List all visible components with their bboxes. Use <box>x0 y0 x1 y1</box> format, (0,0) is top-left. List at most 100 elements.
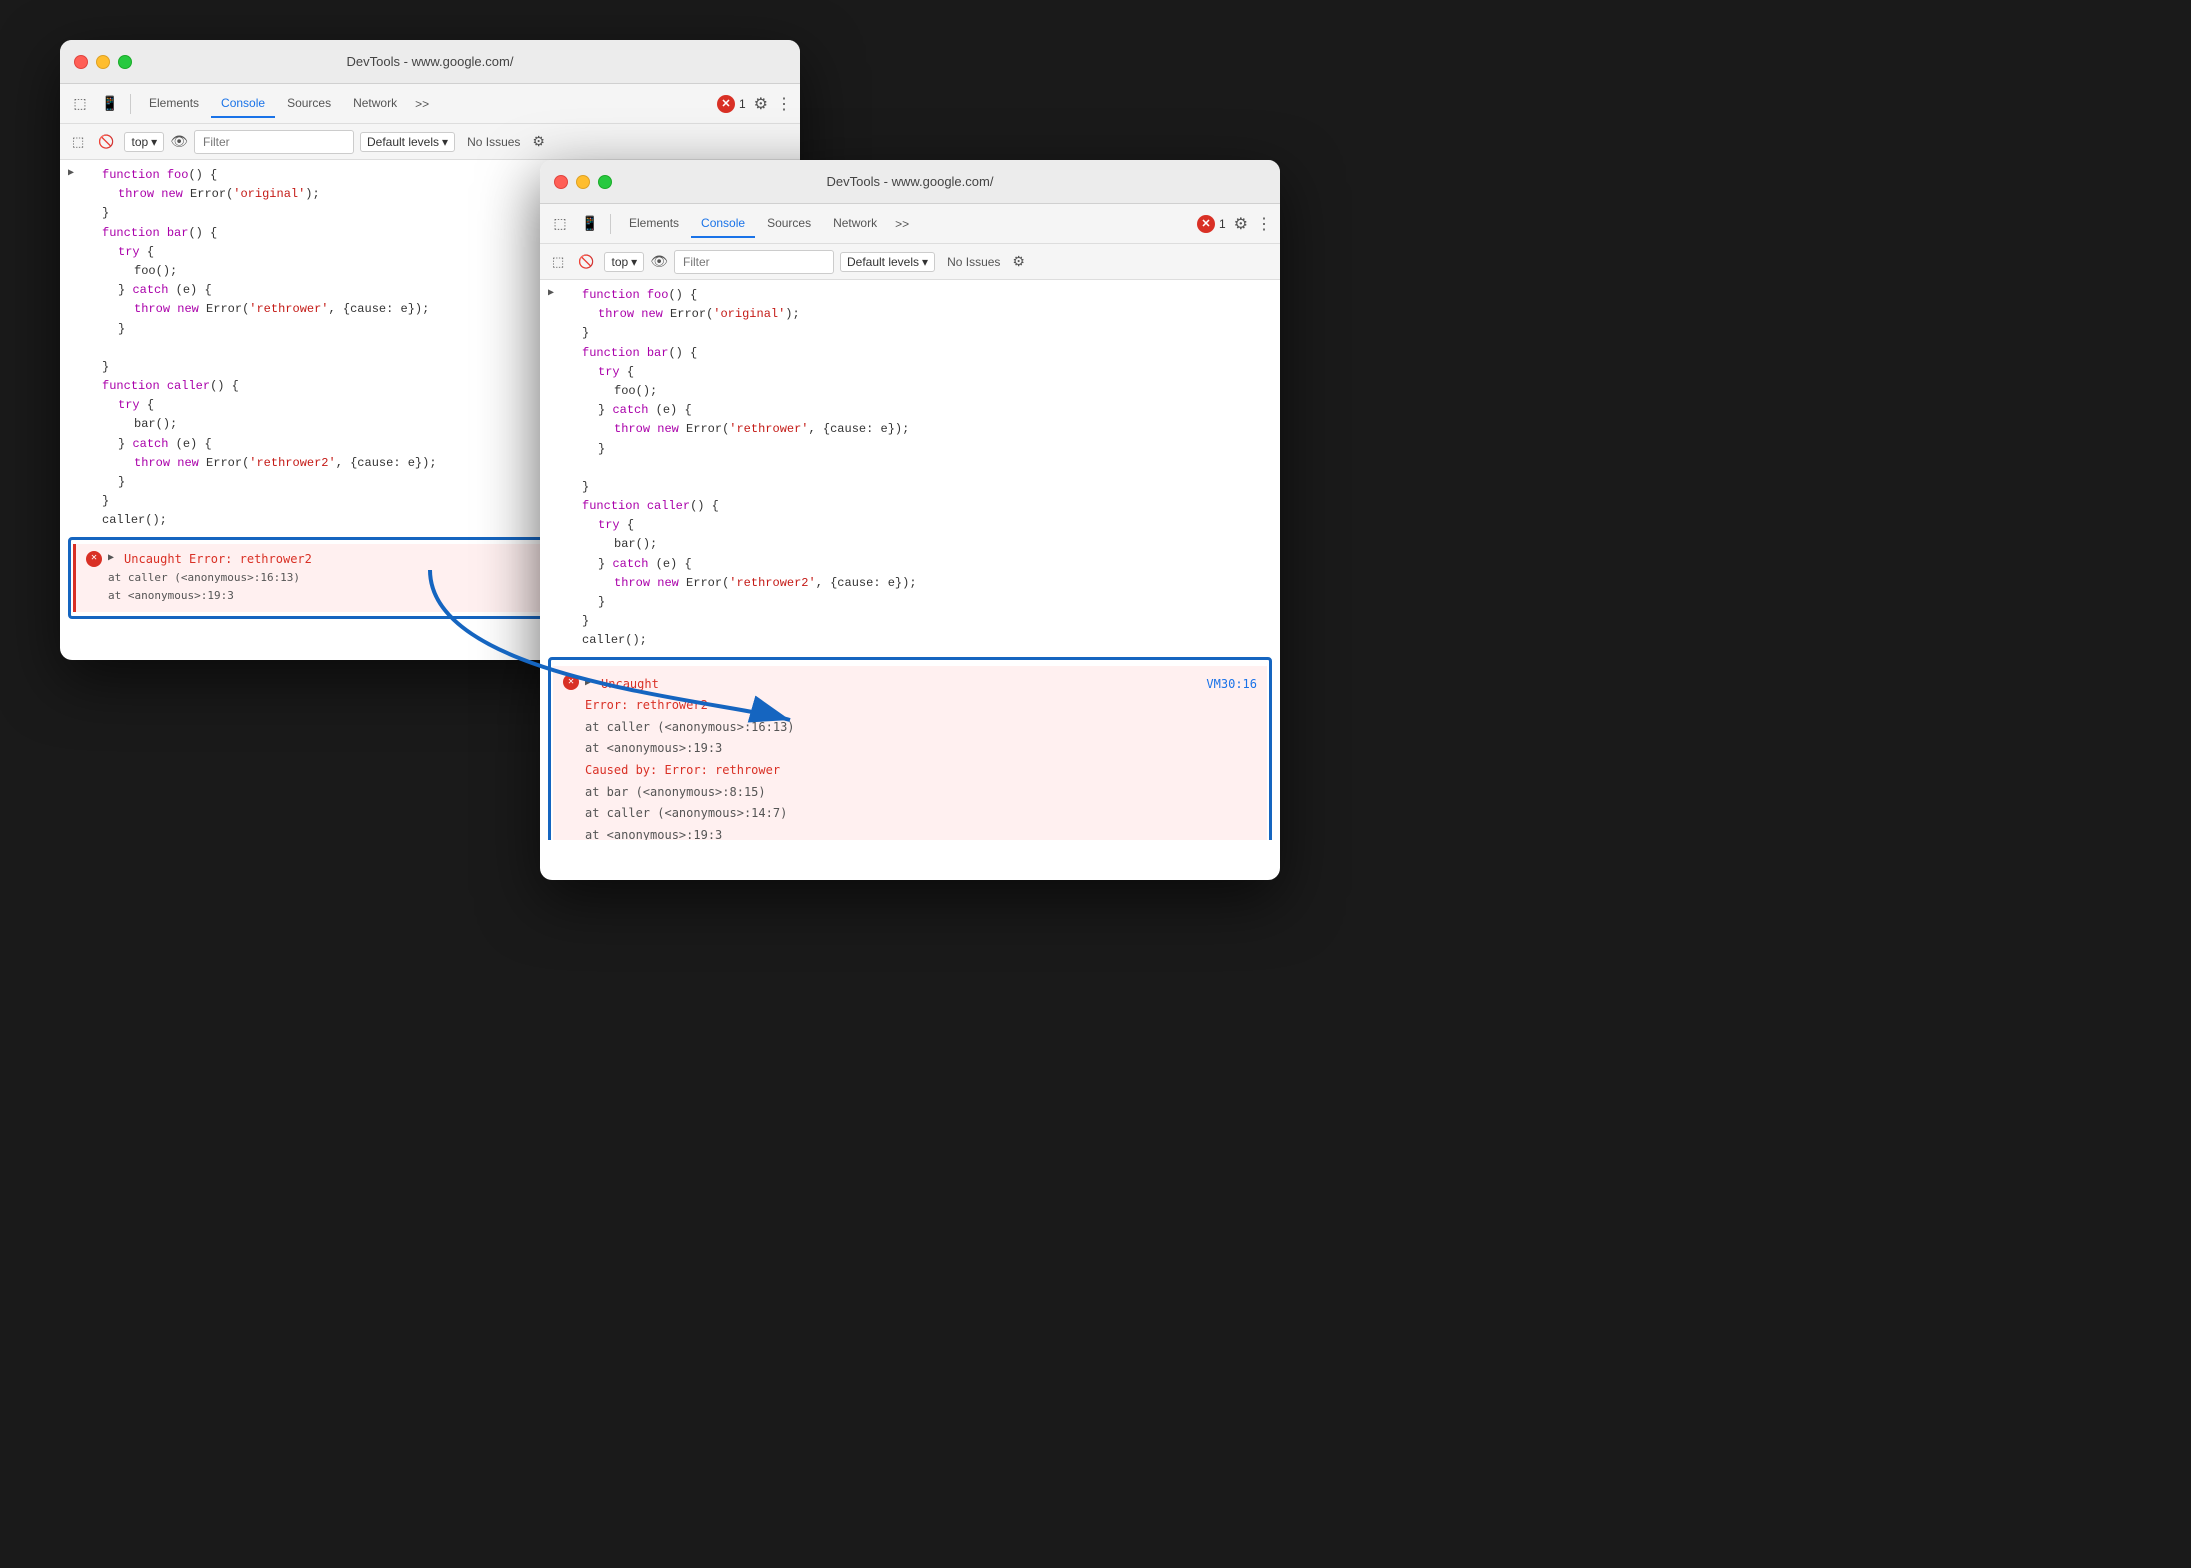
tab-overflow-1[interactable]: >> <box>409 93 435 115</box>
enhanced-error-block-2: ✕ ▶ Uncaught VM30:16 Error: rethrower2 a… <box>553 666 1267 840</box>
default-levels-1[interactable]: Default levels ▾ <box>360 132 455 152</box>
vm-link[interactable]: VM30:16 <box>1206 674 1257 696</box>
expand-arrow-2[interactable]: ▶ <box>548 286 554 302</box>
code-line-3: } <box>78 204 445 223</box>
tab-sources-1[interactable]: Sources <box>277 90 341 118</box>
chevron-down-icon-2: ▾ <box>442 135 448 149</box>
more-button-1[interactable]: ⋮ <box>776 94 792 114</box>
enhanced-error-header-2: ✕ ▶ Uncaught VM30:16 <box>563 674 1257 696</box>
close-button-2[interactable] <box>554 175 568 189</box>
code-line-2-6: foo(); <box>558 382 925 401</box>
error-badge-1: ✕ 1 <box>717 95 746 113</box>
more-button-2[interactable]: ⋮ <box>1256 214 1272 234</box>
error-icon-1: ✕ <box>86 551 102 567</box>
devtools-window-2: DevTools - www.google.com/ ⬚ 📱 Elements … <box>540 160 1280 880</box>
code-line-2-5: try { <box>558 363 925 382</box>
error-count-1: ✕ <box>717 95 735 113</box>
error-detail-line-3: at <anonymous>:19:3 <box>585 738 1257 760</box>
console-settings-1[interactable]: ⚙ <box>532 133 545 150</box>
error-detail-line-4: Caused by: Error: rethrower <box>585 760 1257 782</box>
tab-elements-2[interactable]: Elements <box>619 210 689 238</box>
chevron-down-icon-4: ▾ <box>922 255 928 269</box>
code-line-14: bar(); <box>78 415 445 434</box>
traffic-lights-2 <box>554 175 612 189</box>
settings-button-1[interactable]: ⚙ <box>754 94 768 114</box>
tab-network-1[interactable]: Network <box>343 90 407 118</box>
tab-bar-1: ⬚ 📱 Elements Console Sources Network >> … <box>60 84 800 124</box>
code-line-12: function caller() { <box>78 377 445 396</box>
code-line-2-10 <box>558 459 925 478</box>
tab-console-2[interactable]: Console <box>691 210 755 238</box>
error-detail-line-7: at <anonymous>:19:3 <box>585 825 1257 840</box>
code-line-15: } catch (e) { <box>78 435 445 454</box>
code-line-19: caller(); <box>78 511 445 530</box>
error-detail-line-5: at bar (<anonymous>:8:15) <box>585 782 1257 804</box>
code-line-2-3: } <box>558 324 925 343</box>
code-line-2-17: } <box>558 593 925 612</box>
code-line-2-13: try { <box>558 516 925 535</box>
code-line-2-16: throw new Error('rethrower2', {cause: e}… <box>558 574 925 593</box>
device-icon[interactable]: 📱 <box>98 92 122 116</box>
close-button-1[interactable] <box>74 55 88 69</box>
context-selector-2[interactable]: top ▾ <box>604 252 644 272</box>
chevron-down-icon-3: ▾ <box>631 255 637 269</box>
code-line-2-2: throw new Error('original'); <box>558 305 925 324</box>
title-bar-2: DevTools - www.google.com/ <box>540 160 1280 204</box>
code-line-6: foo(); <box>78 262 445 281</box>
filter-input-1[interactable] <box>194 130 354 154</box>
code-line-2-8: throw new Error('rethrower', {cause: e})… <box>558 420 925 439</box>
filter-input-2[interactable] <box>674 250 834 274</box>
console-settings-2[interactable]: ⚙ <box>1012 253 1025 270</box>
error-detail-line-1: Error: rethrower2 <box>585 695 1257 717</box>
maximize-button-2[interactable] <box>598 175 612 189</box>
context-selector-1[interactable]: top ▾ <box>124 132 164 152</box>
code-line-2-9: } <box>558 440 925 459</box>
console-content-2: ▶ function foo() { throw new Error('orig… <box>540 280 1280 840</box>
inspect-icon[interactable]: ⬚ <box>68 92 92 116</box>
error-badge-2: ✕ 1 <box>1197 215 1226 233</box>
code-line-10 <box>78 339 445 358</box>
traffic-lights-1 <box>74 55 132 69</box>
default-levels-2[interactable]: Default levels ▾ <box>840 252 935 272</box>
tab-console-1[interactable]: Console <box>211 90 275 118</box>
window-title-1: DevTools - www.google.com/ <box>347 54 514 69</box>
code-line-9: } <box>78 320 445 339</box>
error-count-2: ✕ <box>1197 215 1215 233</box>
expand-arrow-error-2[interactable]: ▶ <box>585 674 591 692</box>
uncaught-label: Uncaught <box>601 674 659 696</box>
tab-elements-1[interactable]: Elements <box>139 90 209 118</box>
sidebar-toggle-1[interactable]: ⬚ <box>68 132 88 152</box>
device-icon-2[interactable]: 📱 <box>578 212 602 236</box>
sidebar-toggle-2[interactable]: ⬚ <box>548 252 568 272</box>
error-count-label-1: 1 <box>739 97 746 111</box>
tab-network-2[interactable]: Network <box>823 210 887 238</box>
code-line-2-11: } <box>558 478 925 497</box>
tab-overflow-2[interactable]: >> <box>889 213 915 235</box>
code-line-2-12: function caller() { <box>558 497 925 516</box>
eye-icon-1[interactable]: 👁 <box>170 133 188 150</box>
code-line-2-14: bar(); <box>558 535 925 554</box>
code-line-2-4: function bar() { <box>558 344 925 363</box>
chevron-down-icon-1: ▾ <box>151 135 157 149</box>
tab-sources-2[interactable]: Sources <box>757 210 821 238</box>
code-line-2-7: } catch (e) { <box>558 401 925 420</box>
clear-console-1[interactable]: 🚫 <box>94 132 118 152</box>
code-line-13: try { <box>78 396 445 415</box>
code-line-8: throw new Error('rethrower', {cause: e})… <box>78 300 445 319</box>
minimize-button-2[interactable] <box>576 175 590 189</box>
expand-arrow-error-1[interactable]: ▶ <box>108 551 114 567</box>
expand-arrow-1[interactable]: ▶ <box>68 166 74 182</box>
eye-icon-2[interactable]: 👁 <box>650 253 668 270</box>
maximize-button-1[interactable] <box>118 55 132 69</box>
minimize-button-1[interactable] <box>96 55 110 69</box>
inspect-icon-2[interactable]: ⬚ <box>548 212 572 236</box>
settings-button-2[interactable]: ⚙ <box>1234 214 1248 234</box>
error-detail-line-6: at caller (<anonymous>:14:7) <box>585 803 1257 825</box>
error-count-label-2: 1 <box>1219 217 1226 231</box>
top-label-2: top <box>611 255 628 269</box>
code-line-7: } catch (e) { <box>78 281 445 300</box>
window-title-2: DevTools - www.google.com/ <box>827 174 994 189</box>
console-toolbar-1: ⬚ 🚫 top ▾ 👁 Default levels ▾ No Issues ⚙ <box>60 124 800 160</box>
no-issues-2: No Issues <box>941 253 1006 271</box>
clear-console-2[interactable]: 🚫 <box>574 252 598 272</box>
